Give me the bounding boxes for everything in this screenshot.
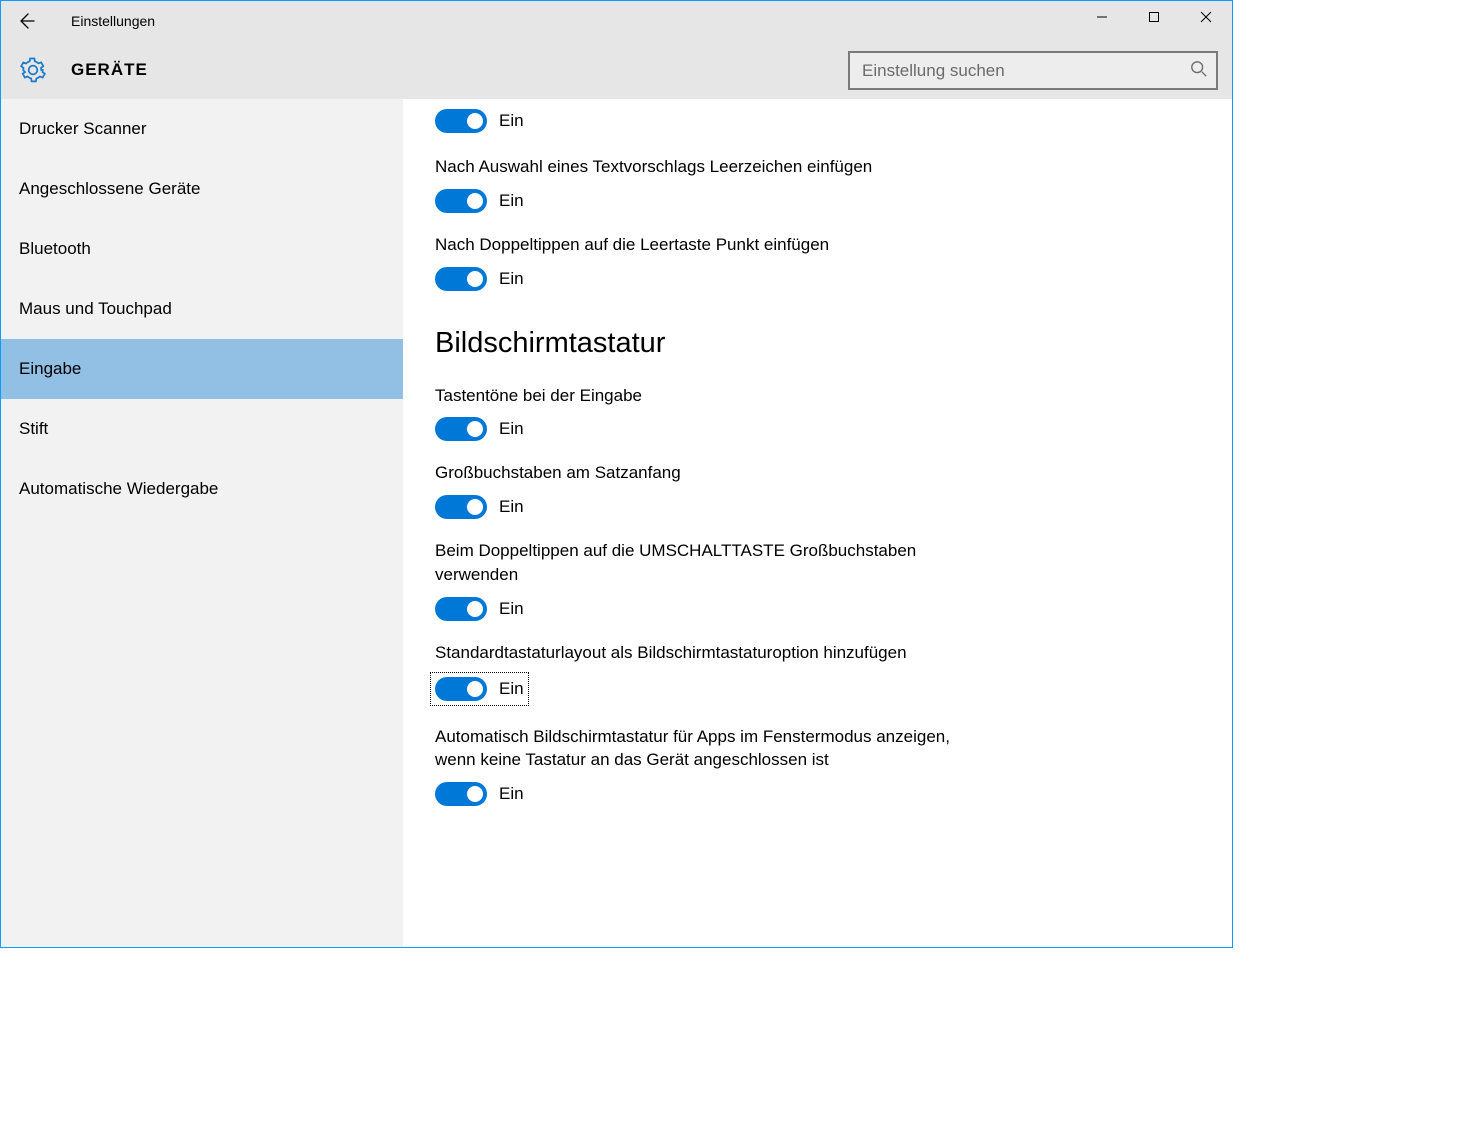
sidebar-item-6[interactable]: Automatische Wiedergabe (1, 459, 403, 519)
toggle-switch[interactable] (435, 267, 487, 291)
setting-0: Tastentöne bei der Eingabe Ein (435, 384, 995, 442)
content: Ein Nach Auswahl eines Textvorschlags Le… (403, 99, 1232, 947)
setting-label: Großbuchstaben am Satzanfang (435, 461, 995, 485)
toggle-state: Ein (499, 679, 524, 699)
toggle-switch[interactable] (435, 495, 487, 519)
close-button[interactable] (1180, 1, 1232, 33)
toggle-switch[interactable] (435, 109, 487, 133)
setting-label: Automatisch Bildschirmtastatur für Apps … (435, 725, 995, 773)
toggle-state: Ein (499, 784, 524, 804)
back-button[interactable] (1, 1, 51, 41)
setting-2: Beim Doppeltippen auf die UMSCHALTTASTE … (435, 539, 995, 621)
sidebar-item-4[interactable]: Eingabe (1, 339, 403, 399)
toggle-switch[interactable] (435, 677, 487, 701)
setting-label: Tastentöne bei der Eingabe (435, 384, 995, 408)
gear-icon (17, 54, 49, 86)
sidebar-item-3[interactable]: Maus und Touchpad (1, 279, 403, 339)
setting-label: Beim Doppeltippen auf die UMSCHALTTASTE … (435, 539, 995, 587)
section-title: Bildschirmtastatur (435, 327, 995, 360)
maximize-button[interactable] (1128, 1, 1180, 33)
sidebar-item-label: Stift (19, 419, 48, 439)
toggle-state: Ein (499, 419, 524, 439)
toggle-row: Ein (433, 675, 526, 703)
search-input[interactable] (848, 51, 1218, 90)
setting-3: Standardtastaturlayout als Bildschirmtas… (435, 641, 995, 705)
sidebar-item-1[interactable]: Angeschlossene Geräte (1, 159, 403, 219)
setting-label: Nach Auswahl eines Textvorschlags Leerze… (435, 155, 995, 179)
setting-label: Standardtastaturlayout als Bildschirmtas… (435, 641, 995, 665)
toggle-state: Ein (499, 111, 524, 131)
sidebar-item-label: Angeschlossene Geräte (19, 179, 200, 199)
minimize-button[interactable] (1076, 1, 1128, 33)
sidebar-item-0[interactable]: Drucker Scanner (1, 99, 403, 159)
setting-4: Automatisch Bildschirmtastatur für Apps … (435, 725, 995, 807)
toggle-row: Ein (435, 597, 995, 621)
toggle-row: Ein (435, 267, 995, 291)
setting-label: Nach Doppeltippen auf die Leertaste Punk… (435, 233, 995, 257)
sidebar: Drucker Scanner Angeschlossene Geräte Blue… (1, 99, 403, 947)
toggle-state: Ein (499, 599, 524, 619)
toggle-row-partial: Ein (435, 109, 995, 133)
toggle-state: Ein (499, 269, 524, 289)
toggle-switch[interactable] (435, 782, 487, 806)
window-title: Einstellungen (51, 13, 155, 29)
sidebar-item-2[interactable]: Bluetooth (1, 219, 403, 279)
header: GERÄTE (1, 41, 1232, 99)
setting-space-after-suggestion: Nach Auswahl eines Textvorschlags Leerze… (435, 155, 995, 213)
toggle-row: Ein (435, 189, 995, 213)
toggle-row: Ein (435, 417, 995, 441)
toggle-state: Ein (499, 191, 524, 211)
toggle-state: Ein (499, 497, 524, 517)
sidebar-item-label: Maus und Touchpad (19, 299, 172, 319)
setting-1: Großbuchstaben am Satzanfang Ein (435, 461, 995, 519)
toggle-switch[interactable] (435, 417, 487, 441)
toggle-switch[interactable] (435, 189, 487, 213)
titlebar: Einstellungen (1, 1, 1232, 41)
body: Drucker Scanner Angeschlossene Geräte Blue… (1, 99, 1232, 947)
sidebar-item-label: Drucker Scanner (19, 119, 147, 139)
toggle-row: Ein (435, 782, 995, 806)
search-container (848, 51, 1218, 90)
page-title: GERÄTE (49, 60, 148, 80)
setting-period-after-doubletap: Nach Doppeltippen auf die Leertaste Punk… (435, 233, 995, 291)
sidebar-item-label: Bluetooth (19, 239, 91, 259)
arrow-left-icon (16, 11, 36, 31)
sidebar-item-label: Automatische Wiedergabe (19, 479, 218, 499)
toggle-switch[interactable] (435, 597, 487, 621)
sidebar-item-5[interactable]: Stift (1, 399, 403, 459)
sidebar-item-label: Eingabe (19, 359, 81, 379)
toggle-row: Ein (435, 495, 995, 519)
window-controls (1076, 1, 1232, 33)
